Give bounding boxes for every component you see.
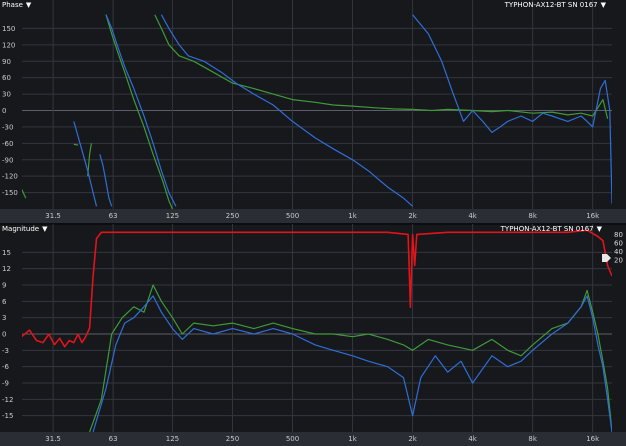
magnitude-menu[interactable]: Magnitude ▼ <box>2 225 47 233</box>
caret-down-icon: ▼ <box>25 1 32 9</box>
magnitude-freq-label: 31.5 <box>45 435 61 443</box>
magnitude-right-tick: 60 <box>614 240 623 248</box>
magnitude-device-menu[interactable]: TYPHON-AX12-BT SN 0167 ▼ <box>501 225 602 233</box>
phase-menu[interactable]: Phase ▼ <box>2 1 31 9</box>
phase-y-tick: 150 <box>2 25 15 33</box>
measurement-plot: 1501209060300-30-60-90-120-15031.5 63 125 2… <box>0 0 626 446</box>
phase-freq-label: 4k <box>468 212 477 220</box>
magnitude-y-tick: -9 <box>2 380 9 388</box>
magnitude-right-tick: 80 <box>614 231 623 239</box>
magnitude-freq-label: 63 <box>109 435 118 443</box>
phase-y-tick: 120 <box>2 41 15 49</box>
phase-y-tick: -120 <box>2 173 18 181</box>
phase-y-tick: 0 <box>2 107 6 115</box>
caret-down-icon: ▼ <box>596 225 602 233</box>
magnitude-y-tick: -6 <box>2 363 10 371</box>
magnitude-freq-label: 1k <box>348 435 357 443</box>
phase-y-tick: -90 <box>2 156 13 164</box>
magnitude-freq-label: 4k <box>468 435 477 443</box>
magnitude-y-tick: 6 <box>2 298 7 306</box>
phase-freq-label: 63 <box>109 212 118 220</box>
magnitude-y-tick: 12 <box>2 265 11 273</box>
phase-y-tick: -60 <box>2 140 13 148</box>
magnitude-y-tick: -3 <box>2 347 9 355</box>
magnitude-y-tick: 15 <box>2 249 11 257</box>
magnitude-freq-label: 16k <box>586 435 600 443</box>
phase-freq-label: 8k <box>528 212 537 220</box>
magnitude-freq-label: 2k <box>408 435 417 443</box>
phase-freq-label: 250 <box>226 212 239 220</box>
phase-freq-label: 31.5 <box>45 212 61 220</box>
caret-down-icon: ▼ <box>42 225 48 233</box>
magnitude-freq-label: 250 <box>226 435 239 443</box>
magnitude-y-tick: 9 <box>2 282 6 290</box>
phase-device-menu[interactable]: TYPHON-AX12-BT SN 0167 ▼ <box>505 1 606 9</box>
magnitude-y-tick: 3 <box>2 314 6 322</box>
phase-panel-bg <box>0 0 626 209</box>
phase-y-tick: -30 <box>2 123 13 131</box>
magnitude-right-tick: 20 <box>614 257 623 265</box>
phase-freq-label: 16k <box>586 212 600 220</box>
phase-y-tick: -150 <box>2 189 18 197</box>
phase-freq-label: 1k <box>348 212 357 220</box>
magnitude-panel-bg <box>0 224 626 432</box>
phase-freq-label: 125 <box>166 212 179 220</box>
magnitude-freq-label: 500 <box>286 435 299 443</box>
phase-title: Phase <box>2 1 23 9</box>
caret-down-icon: ▼ <box>600 1 606 9</box>
phase-y-tick: 60 <box>2 74 11 82</box>
magnitude-freq-label: 8k <box>528 435 537 443</box>
magnitude-device-label: TYPHON-AX12-BT SN 0167 <box>500 225 594 233</box>
phase-y-tick: 30 <box>2 91 11 99</box>
rta-window: 150 120 90 60 30 0 -30 -60 -90 -120 -150 31.5 63 125 2… <box>0 0 626 446</box>
magnitude-freq-label: 125 <box>166 435 179 443</box>
phase-freq-label: 2k <box>408 212 417 220</box>
phase-freq-label: 500 <box>286 212 299 220</box>
phase-trace-0 <box>73 143 79 146</box>
magnitude-title: Magnitude <box>2 225 40 233</box>
magnitude-y-tick: -15 <box>2 412 13 420</box>
phase-y-tick: 90 <box>2 58 11 66</box>
phase-device-label: TYPHON-AX12-BT SN 0167 <box>504 1 598 9</box>
magnitude-y-tick: 0 <box>2 331 6 339</box>
magnitude-y-tick: -12 <box>2 396 13 404</box>
magnitude-right-tick: 40 <box>614 248 623 256</box>
